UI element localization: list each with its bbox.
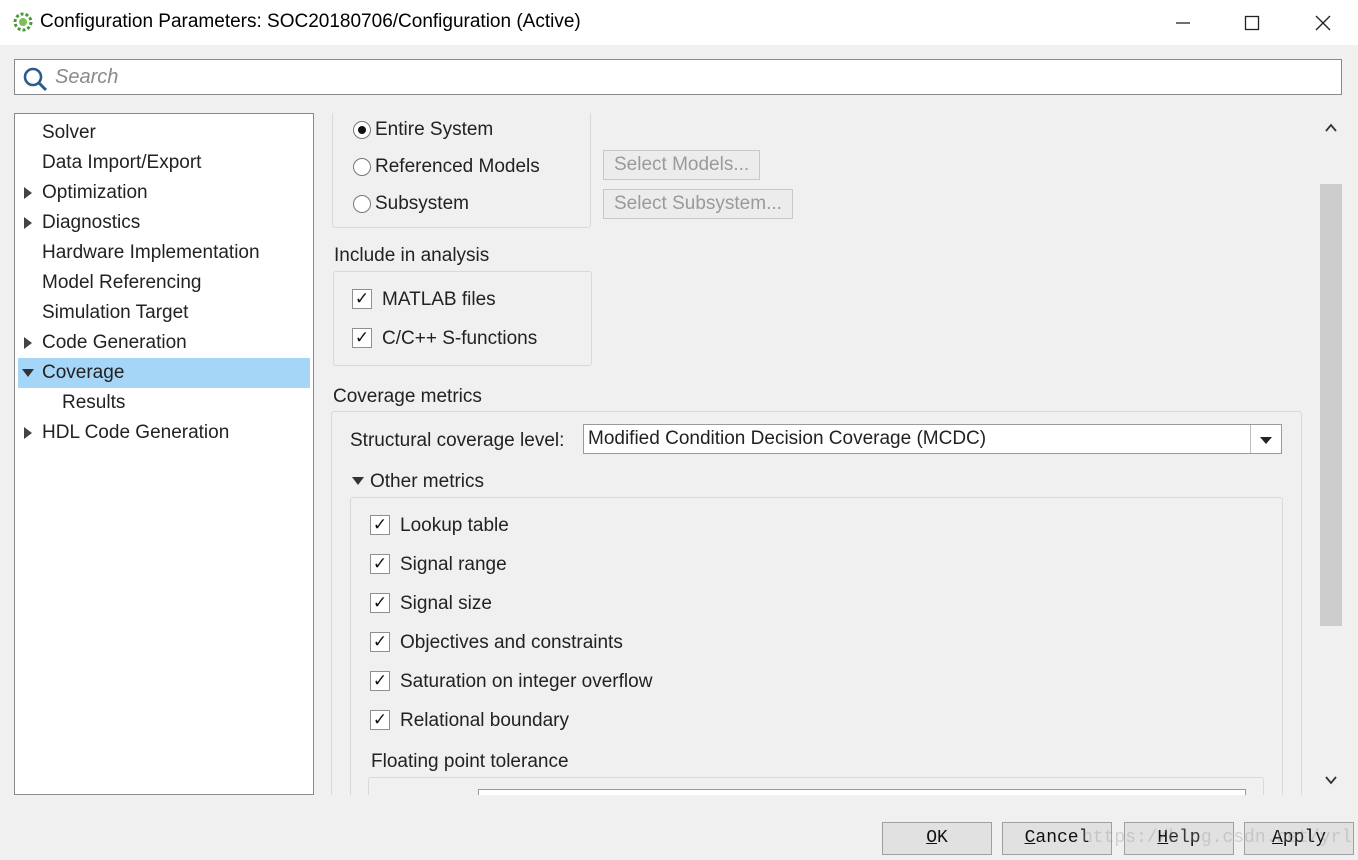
- tree-item-label: Optimization: [42, 182, 148, 203]
- select-subsystem-button[interactable]: Select Subsystem...: [603, 189, 793, 219]
- collapse-arrow-icon[interactable]: [22, 369, 34, 377]
- checkbox-label: C/C++ S-functions: [382, 328, 538, 349]
- checkbox-signal-range[interactable]: ✓: [370, 554, 390, 574]
- select-models-button[interactable]: Select Models...: [603, 150, 761, 180]
- ok-label: K: [937, 828, 948, 848]
- chevron-down-icon[interactable]: [1250, 425, 1281, 453]
- tree-item-simulation-target[interactable]: Simulation Target: [18, 298, 310, 328]
- checkbox-signal-size[interactable]: ✓: [370, 593, 390, 613]
- vertical-scrollbar[interactable]: [1318, 113, 1344, 795]
- include-heading: Include in analysis: [334, 245, 490, 266]
- dropdown-value: Modified Condition Decision Coverage (MC…: [588, 428, 987, 449]
- checkbox-cpp-s-functions[interactable]: ✓: [352, 328, 372, 348]
- include-group: [333, 271, 592, 366]
- watermark: https://blog.csdn.net/yrl: [1082, 828, 1353, 848]
- category-tree: Solver Data Import/Export Optimization D…: [14, 113, 314, 795]
- tolerance-input[interactable]: [478, 789, 1246, 795]
- tolerance-heading: Floating point tolerance: [371, 751, 569, 772]
- tree-item-label: Code Generation: [42, 332, 187, 353]
- tree-item-label: HDL Code Generation: [42, 422, 230, 443]
- expand-arrow-icon[interactable]: [24, 217, 32, 229]
- tree-item-optimization[interactable]: Optimization: [18, 178, 310, 208]
- checkbox-objectives-constraints[interactable]: ✓: [370, 632, 390, 652]
- ok-button[interactable]: OK: [882, 822, 992, 855]
- tree-item-data-import-export[interactable]: Data Import/Export: [18, 148, 310, 178]
- checkbox-label: Saturation on integer overflow: [400, 671, 653, 692]
- radio-subsystem[interactable]: [353, 195, 371, 213]
- tree-item-label: Results: [62, 392, 126, 413]
- checkbox-label: Lookup table: [400, 515, 509, 536]
- tree-item-solver[interactable]: Solver: [18, 118, 310, 148]
- cancel-hotkey: C: [1024, 828, 1036, 848]
- radio-label: Entire System: [375, 119, 494, 140]
- checkbox-label: MATLAB files: [382, 289, 496, 310]
- tree-item-hdl-code-generation[interactable]: HDL Code Generation: [18, 418, 310, 448]
- tree-item-model-referencing[interactable]: Model Referencing: [18, 268, 310, 298]
- tree-item-label: Hardware Implementation: [42, 242, 260, 263]
- structural-coverage-label: Structural coverage level:: [350, 430, 565, 451]
- checkbox-label: Relational boundary: [400, 710, 570, 731]
- radio-referenced-models[interactable]: [353, 158, 371, 176]
- tree-item-hardware-implementation[interactable]: Hardware Implementation: [18, 238, 310, 268]
- settings-pane: Entire System Referenced Models Subsyste…: [320, 113, 1320, 795]
- window-title: Configuration Parameters: SOC20180706/Co…: [40, 11, 581, 32]
- minimize-icon: [1176, 21, 1190, 24]
- tree-item-label: Data Import/Export: [42, 152, 202, 173]
- radio-label: Subsystem: [375, 193, 469, 214]
- tree-item-diagnostics[interactable]: Diagnostics: [18, 208, 310, 238]
- title-bar: Configuration Parameters: SOC20180706/Co…: [0, 0, 1358, 45]
- maximize-icon: [1244, 15, 1260, 30]
- search-icon: [23, 67, 48, 92]
- checkbox-label: Objectives and constraints: [400, 632, 623, 653]
- scroll-up-icon[interactable]: [1324, 121, 1338, 135]
- ok-hotkey: O: [926, 828, 937, 848]
- tree-item-label: Model Referencing: [42, 272, 202, 293]
- checkbox-label: Signal range: [400, 554, 507, 575]
- maximize-button[interactable]: [1229, 0, 1275, 45]
- expand-arrow-icon[interactable]: [24, 337, 32, 349]
- checkbox-matlab-files[interactable]: ✓: [352, 289, 372, 309]
- scrollbar-thumb[interactable]: [1320, 184, 1342, 626]
- tree-item-code-generation[interactable]: Code Generation: [18, 328, 310, 358]
- checkbox-lookup-table[interactable]: ✓: [370, 515, 390, 535]
- checkbox-label: Signal size: [400, 593, 492, 614]
- search-placeholder: Search: [55, 66, 119, 88]
- tree-item-results[interactable]: Results: [18, 388, 310, 418]
- minimize-button[interactable]: [1160, 0, 1206, 45]
- metrics-heading: Coverage metrics: [333, 386, 482, 407]
- structural-coverage-dropdown[interactable]: Modified Condition Decision Coverage (MC…: [583, 424, 1282, 454]
- radio-entire-system[interactable]: [353, 121, 371, 139]
- expand-arrow-icon[interactable]: [24, 427, 32, 439]
- tree-item-coverage[interactable]: Coverage: [18, 358, 310, 388]
- radio-label: Referenced Models: [375, 156, 540, 177]
- collapse-arrow-icon[interactable]: [352, 477, 364, 485]
- tree-item-label: Diagnostics: [42, 212, 141, 233]
- tree-item-label: Solver: [42, 122, 96, 143]
- other-metrics-heading[interactable]: Other metrics: [370, 471, 484, 493]
- tree-item-label: Coverage: [42, 362, 125, 383]
- tree-item-label: Simulation Target: [42, 302, 189, 323]
- close-icon: [1315, 15, 1331, 30]
- scroll-down-icon[interactable]: [1324, 773, 1338, 787]
- checkbox-relational-boundary[interactable]: ✓: [370, 710, 390, 730]
- checkbox-saturation-overflow[interactable]: ✓: [370, 671, 390, 691]
- close-button[interactable]: [1300, 0, 1346, 45]
- gear-icon: [13, 12, 33, 32]
- search-input[interactable]: Search: [14, 59, 1342, 95]
- expand-arrow-icon[interactable]: [24, 187, 32, 199]
